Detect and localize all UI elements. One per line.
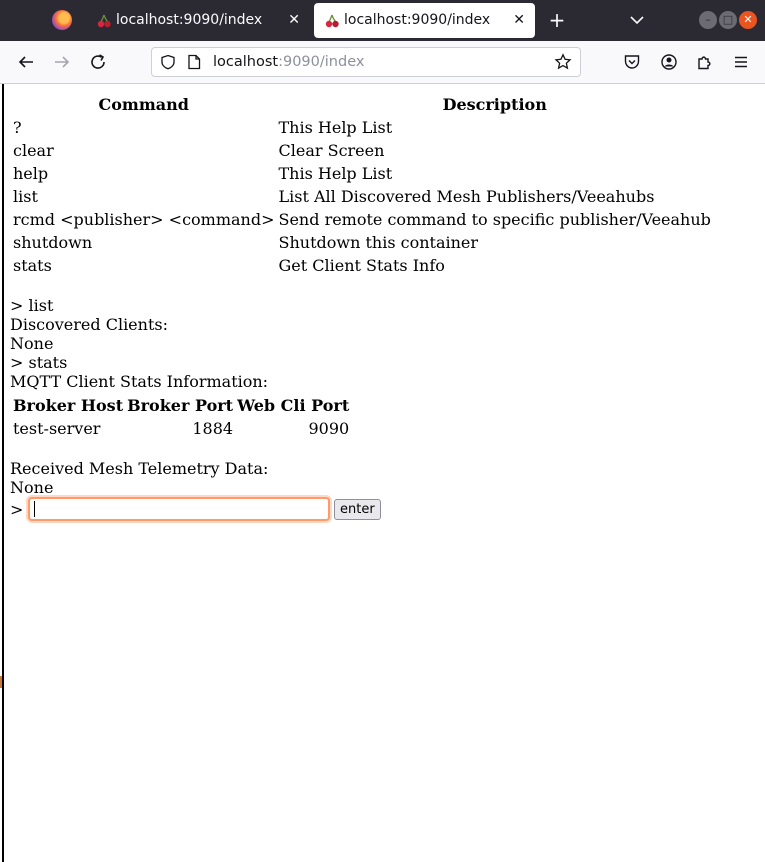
broker-host-cell: test-server xyxy=(13,419,101,438)
command-cell: rcmd <publisher> <command> xyxy=(13,210,275,229)
close-window-button[interactable]: ✕ xyxy=(739,11,757,29)
window-edge-mark xyxy=(0,676,2,688)
discovered-clients-value: None xyxy=(10,334,54,353)
command-cell: stats xyxy=(13,256,52,275)
broker-host-header: Broker Host xyxy=(13,396,124,415)
table-row: ? This Help List xyxy=(12,117,712,138)
minimize-window-button[interactable]: – xyxy=(699,11,717,29)
new-tab-button[interactable]: + xyxy=(546,6,568,34)
tab-bar: localhost:9090/index ✕ localhost:9090/in… xyxy=(0,0,765,41)
description-column-header: Description xyxy=(442,95,547,114)
help-table-header: Command Description xyxy=(12,94,712,115)
back-arrow-icon[interactable] xyxy=(15,51,37,73)
page-content: Command Description ? This Help List cle… xyxy=(2,84,765,862)
tab-2-title: localhost:9090/index xyxy=(344,12,491,28)
description-cell: This Help List xyxy=(278,164,393,183)
description-cell: Get Client Stats Info xyxy=(278,256,445,275)
account-icon[interactable] xyxy=(660,53,678,71)
url-text[interactable]: localhost:9090/index xyxy=(213,48,364,76)
hamburger-menu-icon[interactable] xyxy=(732,53,750,71)
prompt-symbol: > xyxy=(10,500,24,519)
table-row: list List All Discovered Mesh Publishers… xyxy=(12,186,712,207)
description-cell: Shutdown this container xyxy=(278,233,479,252)
tab-1[interactable]: localhost:9090/index ✕ xyxy=(86,3,310,38)
description-cell: This Help List xyxy=(278,118,393,137)
tab-2[interactable]: localhost:9090/index ✕ xyxy=(314,3,535,38)
firefox-logo-icon[interactable] xyxy=(52,10,72,30)
extensions-puzzle-icon[interactable] xyxy=(696,53,714,71)
tab-1-title: localhost:9090/index xyxy=(116,12,263,28)
description-cell: Clear Screen xyxy=(278,141,385,160)
cherry-favicon-icon xyxy=(97,14,111,28)
command-cell: clear xyxy=(13,141,54,160)
help-table: Command Description ? This Help List cle… xyxy=(10,92,714,278)
page-info-icon[interactable] xyxy=(187,54,201,70)
list-command-echo: > list xyxy=(10,296,54,315)
telemetry-value: None xyxy=(10,478,54,497)
cherry-favicon-icon xyxy=(325,14,339,28)
shield-icon[interactable] xyxy=(160,54,176,70)
pocket-icon[interactable] xyxy=(623,53,641,71)
table-row: rcmd <publisher> <command> Send remote c… xyxy=(12,209,712,230)
command-cell: ? xyxy=(13,118,22,137)
command-cell: help xyxy=(13,164,49,183)
stats-info-label: MQTT Client Stats Information: xyxy=(10,372,269,391)
broker-port-header: Broker Port xyxy=(127,396,234,415)
web-cli-port-header: Web Cli Port xyxy=(237,396,350,415)
navigation-toolbar: localhost:9090/index xyxy=(0,41,765,84)
table-row: shutdown Shutdown this container xyxy=(12,232,712,253)
forward-arrow-icon[interactable] xyxy=(51,51,73,73)
command-column-header: Command xyxy=(98,95,189,114)
description-cell: Send remote command to specific publishe… xyxy=(278,210,711,229)
stats-command-echo: > stats xyxy=(10,353,68,372)
stats-table: Broker Host Broker Port Web Cli Port tes… xyxy=(10,393,352,441)
command-cell: shutdown xyxy=(13,233,93,252)
stats-table-header: Broker Host Broker Port Web Cli Port xyxy=(12,395,350,416)
reload-icon[interactable] xyxy=(87,51,109,73)
close-tab-2-icon[interactable]: ✕ xyxy=(513,3,525,38)
table-row: test-server 1884 9090 xyxy=(12,418,350,439)
text-caret xyxy=(34,501,35,517)
enter-button[interactable]: enter xyxy=(334,499,381,520)
command-input[interactable] xyxy=(28,497,330,521)
broker-port-cell: 1884 xyxy=(192,419,234,438)
list-all-tabs-chevron-down-icon[interactable] xyxy=(628,8,646,32)
close-tab-1-icon[interactable]: ✕ xyxy=(288,3,300,38)
url-host: localhost xyxy=(213,54,279,70)
address-bar[interactable]: localhost:9090/index xyxy=(151,47,581,77)
web-cli-port-cell: 9090 xyxy=(308,419,350,438)
bookmark-star-icon[interactable] xyxy=(554,53,572,71)
table-row: help This Help List xyxy=(12,163,712,184)
discovered-clients-label: Discovered Clients: xyxy=(10,315,168,334)
telemetry-label: Received Mesh Telemetry Data: xyxy=(10,459,269,478)
url-path: :9090/index xyxy=(278,54,365,70)
maximize-window-button[interactable]: □ xyxy=(719,11,737,29)
table-row: stats Get Client Stats Info xyxy=(12,255,712,276)
command-cell: list xyxy=(13,187,38,206)
description-cell: List All Discovered Mesh Publishers/Veea… xyxy=(278,187,655,206)
table-row: clear Clear Screen xyxy=(12,140,712,161)
